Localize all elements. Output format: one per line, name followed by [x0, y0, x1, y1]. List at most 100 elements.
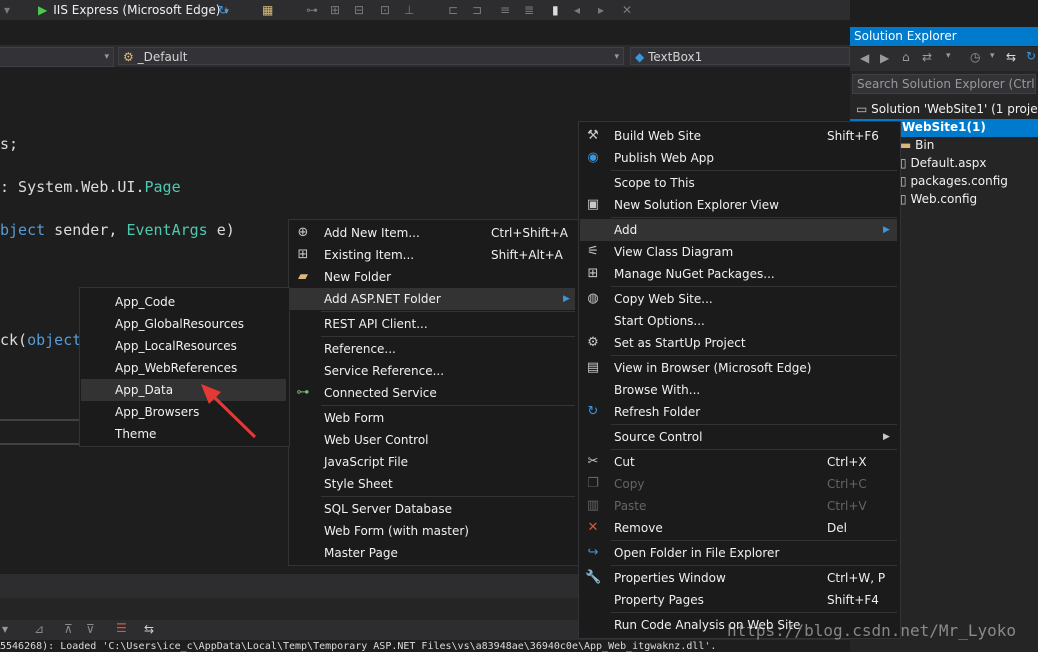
scissors-icon: ✂ [587, 454, 599, 469]
menu-item-cut[interactable]: ✂ Cut Ctrl+X [579, 451, 898, 473]
menu-item-view-browser[interactable]: ▤ View in Browser (Microsoft Edge) [579, 357, 898, 379]
code-line: s; [0, 135, 19, 153]
forward-icon[interactable]: ▶ [880, 51, 889, 65]
project-dropdown[interactable]: ▾ [0, 47, 114, 67]
bookmark-icon[interactable]: ▮ [552, 3, 559, 17]
menu-item-publish[interactable]: ◉ Publish Web App [579, 147, 898, 169]
toolbar-tool-icon[interactable]: ⊏ [448, 3, 458, 17]
bookmark-prev-icon[interactable]: ◂ [574, 3, 580, 17]
menu-item-nuget[interactable]: ⊞ Manage NuGet Packages... [579, 263, 898, 285]
toolbar-tool-icon[interactable]: ⊶ [306, 3, 318, 17]
menu-item-new-folder[interactable]: ▰ New Folder [289, 266, 576, 288]
menu-item-remove[interactable]: ✕ Remove Del [579, 517, 898, 539]
new-folder-icon: ▰ [298, 269, 308, 284]
menu-item-style-sheet[interactable]: Style Sheet [289, 473, 576, 495]
menu-item-browse-with[interactable]: Browse With... [579, 379, 898, 401]
member-dropdown[interactable]: ◆ TextBox1 [630, 47, 850, 65]
back-icon[interactable]: ◀ [860, 51, 869, 65]
menu-item-properties[interactable]: 🔧 Properties Window Ctrl+W, P [579, 567, 898, 589]
refresh-icon[interactable]: ↻ [218, 3, 228, 17]
menu-item-start-options[interactable]: Start Options... [579, 310, 898, 332]
menu-separator [321, 311, 575, 312]
menu-item-web-form[interactable]: Web Form [289, 407, 576, 429]
prev-message-icon[interactable]: ⊼ [64, 622, 73, 636]
menu-item-copy-site[interactable]: ◍ Copy Web Site... [579, 288, 898, 310]
tree-item-default-aspx[interactable]: ▯ Default.aspx [900, 156, 986, 170]
menu-item-property-pages[interactable]: Property Pages Shift+F4 [579, 589, 898, 611]
menu-separator [611, 565, 897, 566]
type-dropdown[interactable]: ⚙ _Default ▾ [118, 47, 624, 65]
menu-item-sql-database[interactable]: SQL Server Database [289, 498, 576, 520]
home-icon[interactable]: ⌂ [902, 50, 910, 64]
menu-item-build[interactable]: ⚒ Build Web Site Shift+F6 [579, 125, 898, 147]
menu-item-startup[interactable]: ⚙ Set as StartUp Project [579, 332, 898, 354]
menu-item-master-page[interactable]: Master Page [289, 542, 576, 564]
tree-item-solution[interactable]: ▭ Solution 'WebSite1' (1 project) [856, 102, 1038, 116]
solution-explorer-search-input[interactable]: Search Solution Explorer (Ctrl+;) [852, 74, 1036, 94]
history-icon[interactable]: ◷ [970, 50, 980, 64]
menu-item-refresh[interactable]: ↻ Refresh Folder [579, 401, 898, 423]
menu-item-app-webreferences[interactable]: App_WebReferences [80, 357, 287, 379]
dropdown-arrow-icon[interactable]: ▾ [2, 622, 8, 636]
menu-item-open-folder[interactable]: ↪ Open Folder in File Explorer [579, 542, 898, 564]
toolbar-tool-icon[interactable]: ⊡ [380, 3, 390, 17]
menu-item-add-aspnet-folder[interactable]: Add ASP.NET Folder ▶ [290, 288, 575, 310]
menu-item-app-globalresources[interactable]: App_GlobalResources [80, 313, 287, 335]
menu-item-service-reference[interactable]: Service Reference... [289, 360, 576, 382]
play-icon: ▶ [38, 3, 48, 17]
chevron-down-icon[interactable]: ▾ [990, 51, 995, 61]
toolbar-tool-icon[interactable]: ⊐ [472, 3, 482, 17]
menu-separator [611, 217, 897, 218]
bookmark-clear-icon[interactable]: ✕ [622, 3, 632, 17]
menu-item-add-new-item[interactable]: ⊕ Add New Item... Ctrl+Shift+A [289, 222, 576, 244]
submenu-arrow-icon: ▶ [883, 432, 890, 442]
class-icon: ⚙ [123, 50, 134, 64]
tree-item-web-config[interactable]: ▯ Web.config [900, 192, 977, 206]
menu-item-source-control[interactable]: Source Control ▶ [579, 426, 898, 448]
bookmark-next-icon[interactable]: ▸ [598, 3, 604, 17]
dropdown-arrow-icon[interactable]: ▾ [4, 3, 10, 17]
menu-item-app-code[interactable]: App_Code [80, 291, 287, 313]
menu-item-web-form-master[interactable]: Web Form (with master) [289, 520, 576, 542]
chevron-down-icon[interactable]: ▾ [946, 51, 951, 61]
word-wrap-icon[interactable]: ⇆ [144, 622, 154, 636]
comment-icon[interactable]: ≡ [500, 3, 510, 17]
toolbar-tool-icon[interactable]: ⊥ [404, 3, 414, 17]
menu-item-paste[interactable]: ▥ Paste Ctrl+V [579, 495, 898, 517]
toolbar-tool-icon[interactable]: ⊟ [354, 3, 364, 17]
menu-item-class-diagram[interactable]: ⚟ View Class Diagram [579, 241, 898, 263]
editor-navigation-bar: ▾ ⚙ _Default ▾ ◆ TextBox1 [0, 45, 850, 68]
menu-item-add[interactable]: Add ▶ [580, 219, 897, 241]
paste-icon: ▥ [586, 498, 600, 513]
uncomment-icon[interactable]: ≣ [524, 3, 534, 17]
sync-with-document-icon[interactable]: ⇆ [1006, 50, 1016, 64]
tree-item-packages-config[interactable]: ▯ packages.config [900, 174, 1008, 188]
refresh-icon[interactable]: ↻ [1026, 49, 1036, 63]
run-button[interactable]: ▶ IIS Express (Microsoft Edge) ▾ [38, 3, 229, 17]
menu-item-copy[interactable]: ❐ Copy Ctrl+C [579, 473, 898, 495]
menu-item-rest-client[interactable]: REST API Client... [289, 313, 576, 335]
menu-item-connected-service[interactable]: ⊶ Connected Service [289, 382, 576, 404]
folder-icon: ▬ [900, 138, 912, 152]
main-toolbar: ▾ ▶ IIS Express (Microsoft Edge) ▾ ↻ ▦ ⊶ … [0, 0, 850, 20]
nuget-icon: ⊞ [587, 266, 599, 281]
clear-all-icon[interactable]: ☰ [116, 621, 127, 635]
menu-item-existing-item[interactable]: ⊞ Existing Item... Shift+Alt+A [289, 244, 576, 266]
submenu-arrow-icon: ▶ [563, 294, 570, 304]
sync-icon[interactable]: ⇄ [922, 50, 932, 64]
watermark-text: https://blog.csdn.net/Mr_Lyoko [727, 621, 1016, 640]
menu-item-javascript-file[interactable]: JavaScript File [289, 451, 576, 473]
menu-separator [321, 496, 575, 497]
tree-item-bin[interactable]: ▬ Bin [900, 138, 934, 152]
toolbar-tool-icon[interactable]: ⊞ [330, 3, 340, 17]
menu-item-reference[interactable]: Reference... [289, 338, 576, 360]
menu-item-web-user-control[interactable]: Web User Control [289, 429, 576, 451]
browser-link-icon[interactable]: ▦ [262, 3, 273, 17]
find-message-icon[interactable]: ⊿ [34, 622, 44, 636]
wrench-icon: 🔧 [585, 570, 602, 585]
code-line: : System.Web.UI.Page [0, 178, 181, 196]
menu-item-scope[interactable]: Scope to This [579, 172, 898, 194]
menu-item-new-view[interactable]: ▣ New Solution Explorer View [579, 194, 898, 216]
next-message-icon[interactable]: ⊽ [86, 622, 95, 636]
menu-item-app-localresources[interactable]: App_LocalResources [80, 335, 287, 357]
